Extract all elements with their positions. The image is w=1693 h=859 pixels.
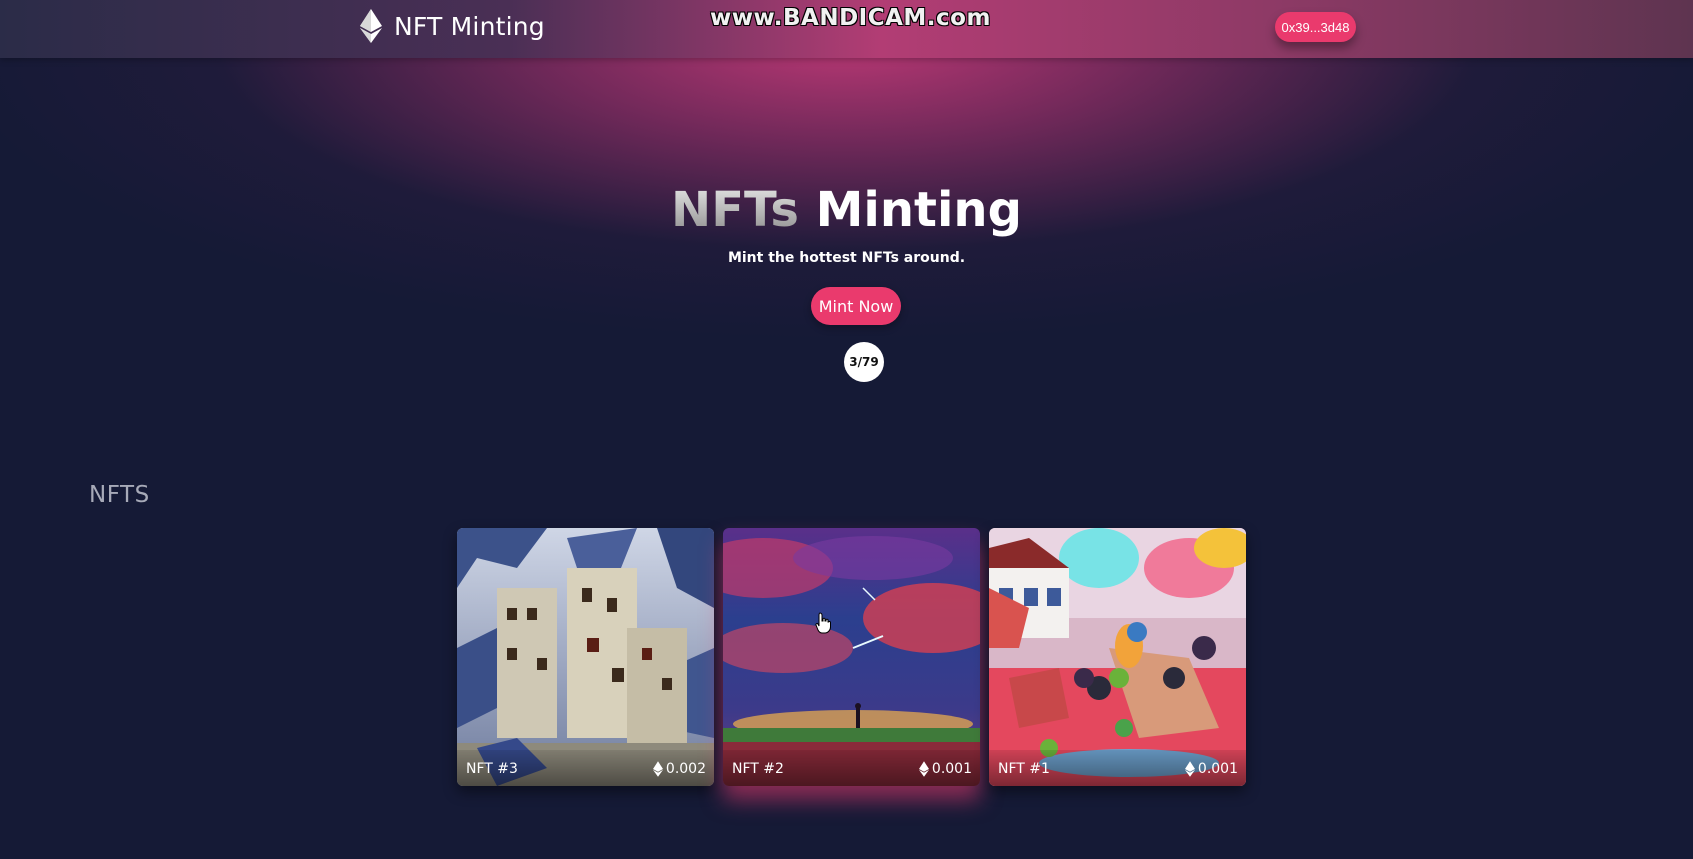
hand-cursor-icon [815,612,831,634]
nft-image [989,528,1246,786]
nft-price: 0.001 [1184,761,1238,777]
nft-name: NFT #2 [732,761,784,777]
nft-price-value: 0.002 [665,761,706,777]
brand[interactable]: NFT Minting [360,9,545,43]
hero-title: NFTs Minting [0,182,1693,238]
ethereum-icon [360,9,382,43]
ethereum-icon [1184,761,1195,777]
mint-now-button[interactable]: Mint Now [811,287,901,325]
nft-price: 0.001 [918,761,972,777]
page: NFT Minting www.BANDICAM.com 0x39...3d48… [0,0,1693,859]
hero-subtitle: Mint the hottest NFTs around. [727,250,966,266]
nft-name: NFT #1 [998,761,1050,777]
nft-name: NFT #3 [466,761,518,777]
nft-image [723,528,980,786]
nft-price: 0.002 [652,761,706,777]
nft-price-value: 0.001 [1197,761,1238,777]
nft-card-list: NFT #3 0.002 NFT #2 0.001 NFT #1 0.001 [457,528,1246,786]
top-navbar: NFT Minting www.BANDICAM.com 0x39...3d48 [0,0,1693,58]
nft-price-value: 0.001 [931,761,972,777]
ethereum-icon [652,761,663,777]
brand-title: NFT Minting [394,11,545,41]
hero-title-part1: NFTs [671,182,799,238]
recording-watermark: www.BANDICAM.com [710,5,991,31]
nft-image [457,528,714,786]
nfts-section-title: NFTS [89,482,150,508]
hero-title-part2: Minting [815,182,1022,238]
minted-counter-badge: 3/79 [844,342,884,382]
wallet-address-button[interactable]: 0x39...3d48 [1275,12,1356,42]
nft-card[interactable]: NFT #1 0.001 [989,528,1246,786]
nft-card[interactable]: NFT #3 0.002 [457,528,714,786]
ethereum-icon [918,761,929,777]
nft-card[interactable]: NFT #2 0.001 [723,528,980,786]
